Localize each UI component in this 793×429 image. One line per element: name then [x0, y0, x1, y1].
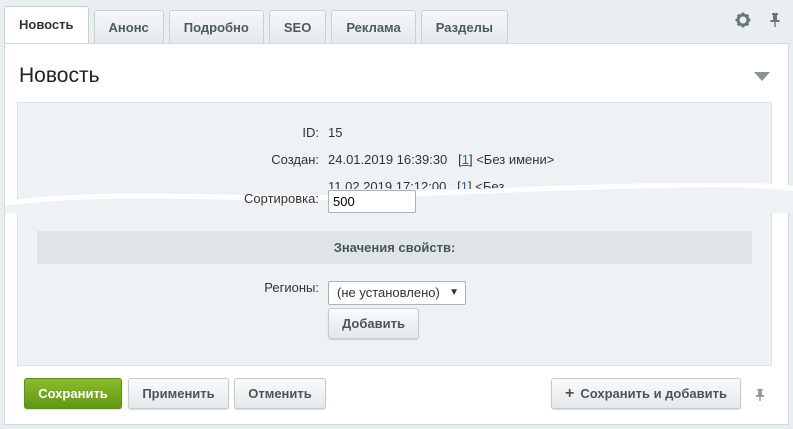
tab-announce[interactable]: Анонс: [93, 10, 164, 43]
tab-sections[interactable]: Разделы: [420, 10, 508, 43]
dropdown-arrow-icon: ▼: [449, 287, 459, 298]
tab-news[interactable]: Новость: [4, 6, 89, 43]
add-region-button[interactable]: Добавить: [328, 308, 419, 339]
collapse-arrow-icon[interactable]: [754, 72, 770, 82]
save-button[interactable]: Сохранить: [24, 378, 122, 409]
regions-select[interactable]: (не установлено) ▼: [328, 281, 466, 305]
id-row: ID: 15: [18, 125, 771, 145]
gear-icon[interactable]: [735, 12, 751, 28]
save-and-add-label: Сохранить и добавить: [580, 386, 727, 401]
plus-icon: +: [565, 385, 575, 402]
created-row: Создан: 24.01.2019 16:39:30 [1] <Без име…: [18, 152, 771, 172]
created-user-link[interactable]: 1: [462, 152, 469, 167]
created-date: 24.01.2019 16:39:30: [328, 152, 448, 167]
save-and-add-button[interactable]: + Сохранить и добавить: [551, 378, 741, 409]
sort-label: Сортировка:: [244, 191, 319, 206]
created-value: 24.01.2019 16:39:30 [1] <Без имени>: [328, 152, 555, 167]
created-user-name: <Без имени>: [476, 152, 555, 167]
sort-input[interactable]: [328, 190, 416, 213]
tab-ads[interactable]: Реклама: [331, 10, 416, 43]
pin-icon[interactable]: [753, 387, 767, 403]
tab-toolbar: [735, 12, 783, 28]
pin-icon[interactable]: [767, 12, 783, 28]
fields-area: ID: 15 Создан: 24.01.2019 16:39:30 [1] <…: [5, 102, 793, 366]
edit-panel: Новость ID: 15 Создан: 24.01.2019 16:39:…: [4, 43, 793, 425]
regions-selected-value: (не установлено): [337, 285, 440, 300]
id-label: ID:: [302, 125, 319, 140]
tab-details[interactable]: Подробно: [168, 10, 264, 43]
created-label: Создан:: [271, 152, 319, 167]
properties-section-header: Значения свойств:: [37, 231, 752, 264]
id-value: 15: [328, 125, 343, 140]
panel-title: Новость: [19, 64, 100, 87]
cancel-button[interactable]: Отменить: [234, 378, 326, 409]
apply-button[interactable]: Применить: [128, 378, 229, 409]
tab-bar: Новость Анонс Подробно SEO Реклама Разде…: [4, 6, 513, 43]
regions-label: Регионы:: [264, 280, 319, 295]
tab-seo[interactable]: SEO: [268, 10, 327, 43]
